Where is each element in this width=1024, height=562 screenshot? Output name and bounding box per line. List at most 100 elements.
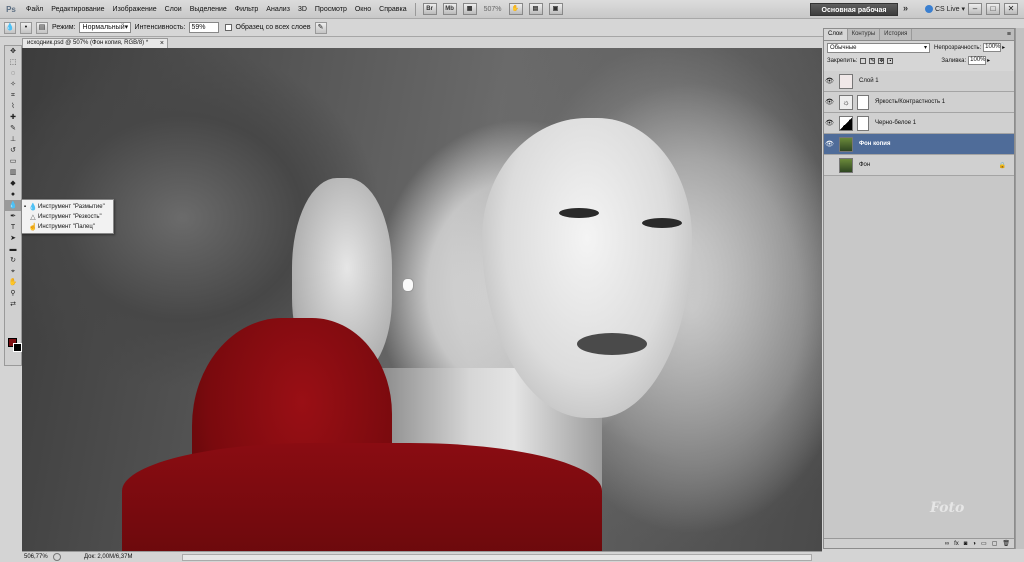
view-extras-button[interactable]: ▦ <box>462 3 477 15</box>
opacity-slider-arrow-icon[interactable]: ▸ <box>1002 44 1005 51</box>
tab-history[interactable]: История <box>880 29 913 40</box>
zoom-level-display[interactable]: 507% <box>484 6 502 13</box>
pressure-icon[interactable]: ✎ <box>314 21 327 34</box>
menu-select[interactable]: Выделение <box>186 0 231 19</box>
zoom-readout[interactable]: 506,77% <box>24 554 50 560</box>
add-mask-icon[interactable]: ◙ <box>964 541 968 547</box>
eraser-tool-icon[interactable]: ▭ <box>5 156 21 167</box>
blur-tool-icon[interactable]: 💧 <box>5 200 21 211</box>
cs-live-menu[interactable]: CS Live ▾ <box>925 5 965 13</box>
fill-slider-arrow-icon[interactable]: ▸ <box>987 57 990 64</box>
arrange-documents-button[interactable]: ▤ <box>528 3 543 15</box>
lasso-tool-icon[interactable]: ◌ <box>5 68 21 79</box>
new-adjustment-icon[interactable]: ◑ <box>972 541 976 547</box>
healing-brush-tool-icon[interactable]: ✚ <box>5 112 21 123</box>
lock-pixels-icon[interactable]: ✎ <box>869 57 876 64</box>
layer-row-brightness-contrast[interactable]: 👁 ☼ Яркость/Контрастность 1 <box>824 92 1014 113</box>
tab-layers[interactable]: Слои <box>824 29 848 40</box>
3d-camera-tool-icon[interactable]: ⌖ <box>5 266 21 277</box>
flyout-item-blur[interactable]: ▪ 💧 Инструмент "Размытие" <box>22 202 113 212</box>
move-tool-icon[interactable]: ✥ <box>5 46 21 57</box>
minibridge-button[interactable]: Mb <box>442 3 457 15</box>
flyout-item-sharpen[interactable]: △ Инструмент "Резкость" <box>22 212 113 222</box>
new-layer-icon[interactable]: ▢ <box>992 540 998 547</box>
menu-filter[interactable]: Фильтр <box>231 0 263 19</box>
menu-layers[interactable]: Слои <box>161 0 186 19</box>
quick-select-tool-icon[interactable]: ✧ <box>5 79 21 90</box>
lock-transparency-icon[interactable] <box>860 57 867 64</box>
image-canvas[interactable] <box>22 48 822 551</box>
brush-size-icon[interactable]: • <box>20 21 32 34</box>
hand-tool-icon[interactable]: ✋ <box>5 277 21 288</box>
workspace-switcher-button[interactable]: Основная рабочая среда <box>810 3 898 27</box>
menu-3d[interactable]: 3D <box>294 0 311 19</box>
zoom-tool-icon[interactable]: ⚲ <box>5 288 21 299</box>
drop-icon: 💧 <box>28 204 38 211</box>
strength-input[interactable]: 59% <box>188 22 219 33</box>
type-tool-icon[interactable]: T <box>5 222 21 233</box>
menu-window[interactable]: Окно <box>351 0 375 19</box>
lock-all-icon[interactable]: ▪ <box>887 57 894 64</box>
menu-analysis[interactable]: Анализ <box>262 0 294 19</box>
eyedropper-tool-icon[interactable]: ⌇ <box>5 101 21 112</box>
chevron-down-icon: ▾ <box>124 24 129 31</box>
gradient-tool-icon[interactable]: ▥ <box>5 167 21 178</box>
dodge-tool-icon[interactable]: ● <box>5 189 21 200</box>
shape-tool-icon[interactable]: ▬ <box>5 244 21 255</box>
marquee-tool-icon[interactable]: ⬚ <box>5 57 21 68</box>
menu-view[interactable]: Просмотр <box>311 0 351 19</box>
visibility-eye-icon[interactable]: 👁 <box>824 77 835 85</box>
layer-style-icon[interactable]: fx <box>954 541 959 547</box>
delete-layer-icon[interactable]: 🗑 <box>1002 540 1010 547</box>
panel-menu-icon[interactable]: ≡ <box>1007 31 1011 38</box>
layer-row-background[interactable]: Фон 🔒 <box>824 155 1014 176</box>
visibility-eye-icon[interactable]: 👁 <box>824 119 835 127</box>
opacity-input[interactable]: 100% <box>983 43 1002 52</box>
visibility-eye-icon[interactable]: 👁 <box>824 140 835 148</box>
close-window-button[interactable]: ✕ <box>1004 3 1018 15</box>
maximize-button[interactable]: □ <box>986 3 1000 15</box>
layer-row-black-white[interactable]: 👁 Черно-белое 1 <box>824 113 1014 134</box>
mode-select[interactable]: Нормальный ▾ <box>78 22 131 33</box>
bridge-button[interactable]: Br <box>422 3 437 15</box>
clone-stamp-tool-icon[interactable]: ⊥ <box>5 134 21 145</box>
tool-preset-icon[interactable]: 💧 <box>4 21 16 34</box>
blend-mode-select[interactable]: Обычные ▾ <box>827 42 930 53</box>
minimize-button[interactable]: – <box>968 3 982 15</box>
tab-paths[interactable]: Контуры <box>848 29 881 40</box>
screen-mode-button[interactable]: ▣ <box>548 3 563 15</box>
hand-tool-button[interactable]: ✋ <box>508 3 523 15</box>
pen-tool-icon[interactable]: ✒ <box>5 211 21 222</box>
crop-tool-icon[interactable]: ⌗ <box>5 90 21 101</box>
collapsed-panels-dock[interactable] <box>1015 28 1024 549</box>
close-document-icon[interactable]: × <box>160 39 164 48</box>
brush-panel-icon[interactable]: ▤ <box>36 21 48 34</box>
layer-row-layer1[interactable]: 👁 Слой 1 <box>824 71 1014 92</box>
menu-edit[interactable]: Редактирование <box>47 0 108 19</box>
path-selection-tool-icon[interactable]: ➤ <box>5 233 21 244</box>
layers-panel: Слои Контуры История ≡ Обычные ▾ Непрозр… <box>823 28 1015 549</box>
background-color-swatch[interactable] <box>13 343 22 352</box>
status-info-icon[interactable] <box>53 553 61 561</box>
new-group-icon[interactable]: ▭ <box>981 540 987 547</box>
history-brush-tool-icon[interactable]: ↺ <box>5 145 21 156</box>
paint-bucket-tool-icon[interactable]: ◆ <box>5 178 21 189</box>
more-workspaces-chevron-icon[interactable]: » <box>903 3 908 13</box>
document-tab[interactable]: исходник.psd @ 507% (Фон копия, RGB/8) *… <box>22 38 168 48</box>
menu-image[interactable]: Изображение <box>109 0 161 19</box>
lock-position-icon[interactable]: ✥ <box>878 57 885 64</box>
brush-tool-icon[interactable]: ✎ <box>5 123 21 134</box>
link-layers-icon[interactable]: ∞ <box>945 541 949 547</box>
menu-file[interactable]: Файл <box>22 0 47 19</box>
flyout-item-smudge[interactable]: ☝ Инструмент "Палец" <box>22 222 113 232</box>
horizontal-scrollbar[interactable] <box>182 554 812 561</box>
flyout-item-label: Инструмент "Палец" <box>38 224 95 230</box>
3d-rotate-tool-icon[interactable]: ↻ <box>5 255 21 266</box>
visibility-eye-icon[interactable]: 👁 <box>824 98 835 106</box>
document-size-info[interactable]: Док: 2,00M/6,37M <box>84 554 132 560</box>
fill-input[interactable]: 100% <box>968 56 987 65</box>
layer-row-background-copy[interactable]: 👁 Фон копия <box>824 134 1014 155</box>
menu-help[interactable]: Справка <box>375 0 410 19</box>
sample-all-layers-checkbox[interactable] <box>224 24 232 31</box>
swap-colors-icon[interactable]: ⇄ <box>5 299 21 310</box>
